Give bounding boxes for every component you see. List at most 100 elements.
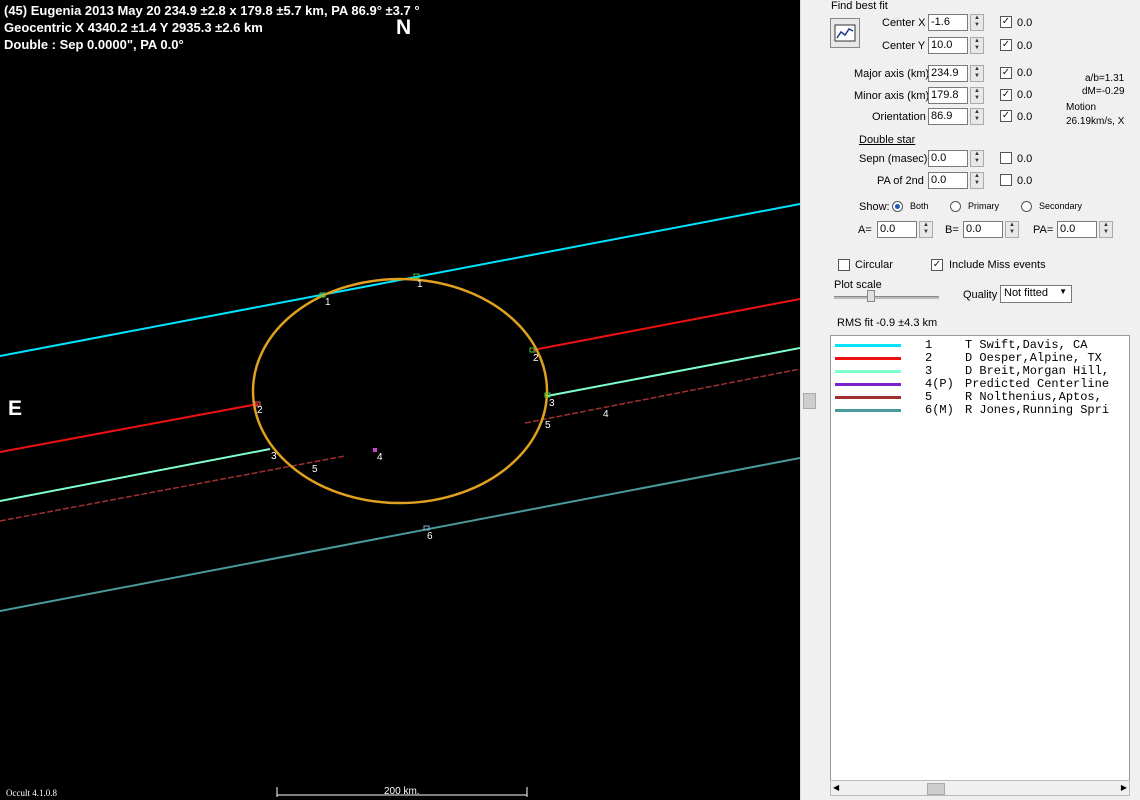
minor-axis-unc: 0.0 xyxy=(1017,89,1033,101)
observer-legend: 1T Swift,Davis, CA 2D Oesper,Alpine, TX … xyxy=(830,335,1130,790)
center-y-input[interactable]: 10.0 xyxy=(928,37,968,54)
show-both-radio[interactable] xyxy=(892,201,903,212)
occultation-plot[interactable]: (45) Eugenia 2013 May 20 234.9 ±2.8 x 17… xyxy=(0,0,800,800)
legend-horizontal-scrollbar[interactable]: ◀ ▶ xyxy=(830,780,1130,796)
pa2-spinner[interactable]: ▲ ▼ xyxy=(970,172,984,189)
chord-label: 3 xyxy=(549,398,555,409)
geocentric-line: Geocentric X 4340.2 ±1.4 Y 2935.3 ±2.6 k… xyxy=(4,20,263,35)
orientation-unc: 0.0 xyxy=(1017,111,1033,123)
chord-5 xyxy=(0,455,346,522)
show-secondary-radio[interactable] xyxy=(1021,201,1032,212)
vertical-scrollbar[interactable] xyxy=(800,0,818,800)
north-label: N xyxy=(396,16,412,39)
scrollbar-thumb[interactable] xyxy=(803,393,816,409)
legend-index: 5 xyxy=(925,390,933,404)
sepn-spinner[interactable]: ▲ ▼ xyxy=(970,150,984,167)
center-x-input[interactable]: -1.6 xyxy=(928,14,968,31)
chord-label: 6 xyxy=(427,531,433,542)
legend-name: D Oesper,Alpine, TX xyxy=(965,351,1102,365)
chord-label: 4 xyxy=(603,409,609,420)
orientation-label: Orientation xyxy=(872,111,926,123)
plot-canvas xyxy=(0,203,800,797)
center-y-checkbox[interactable]: ✓ xyxy=(1000,39,1012,51)
pa-spinner[interactable]: ▲ ▼ xyxy=(1099,221,1113,238)
motion-value: 26.19km/s, X xyxy=(1066,116,1125,127)
legend-index: 1 xyxy=(925,338,933,352)
sepn-checkbox[interactable] xyxy=(1000,152,1012,164)
show-primary-radio[interactable] xyxy=(950,201,961,212)
legend-index: 2 xyxy=(925,351,933,365)
include-miss-checkbox[interactable]: ✓ xyxy=(931,259,943,271)
legend-index: 3 xyxy=(925,364,933,378)
pa-label: PA= xyxy=(1033,224,1054,236)
legend-name: T Swift,Davis, CA xyxy=(965,338,1088,352)
center-x-unc: 0.0 xyxy=(1017,17,1033,29)
chord-label: 2 xyxy=(257,405,263,416)
chart-icon xyxy=(834,24,856,42)
legend-row: 6(M) R Jones,Running Spri xyxy=(831,403,1129,417)
a-label: A= xyxy=(858,224,872,236)
include-miss-label: Include Miss events xyxy=(949,259,1046,271)
ab-ratio: a/b=1.31 xyxy=(1085,73,1125,84)
find-best-fit-label: Find best fit xyxy=(831,0,888,12)
show-label: Show: xyxy=(859,201,890,213)
center-y-label: Center Y xyxy=(882,40,926,52)
center-x-spinner[interactable]: ▲ ▼ xyxy=(970,14,984,31)
orientation-spinner[interactable]: ▲ ▼ xyxy=(970,108,984,125)
orientation-input[interactable]: 86.9 xyxy=(928,108,968,125)
legend-row: 2 D Oesper,Alpine, TX xyxy=(831,351,1129,365)
center-x-label: Center X xyxy=(882,17,926,29)
pa2-input[interactable]: 0.0 xyxy=(928,172,968,189)
major-axis-checkbox[interactable]: ✓ xyxy=(1000,67,1012,79)
b-input[interactable]: 0.0 xyxy=(963,221,1003,238)
circular-checkbox[interactable] xyxy=(838,259,850,271)
minor-axis-checkbox[interactable]: ✓ xyxy=(1000,89,1012,101)
minor-axis-input[interactable]: 179.8 xyxy=(928,87,968,104)
asteroid-profile-ellipse xyxy=(251,277,549,505)
plot-scale-slider[interactable] xyxy=(834,296,939,299)
chord-3 xyxy=(546,347,800,397)
legend-swatch xyxy=(835,357,901,360)
quality-select[interactable]: Not fitted ▼ xyxy=(1000,285,1072,303)
legend-row: 4(P) Predicted Centerline xyxy=(831,377,1129,391)
legend-row: 1 T Swift,Davis, CA xyxy=(831,338,1129,352)
b-spinner[interactable]: ▲ ▼ xyxy=(1005,221,1019,238)
a-input[interactable]: 0.0 xyxy=(877,221,917,238)
chord-label: 4 xyxy=(377,452,383,463)
center-x-checkbox[interactable]: ✓ xyxy=(1000,16,1012,28)
scroll-left-icon[interactable]: ◀ xyxy=(833,783,839,792)
pa2-checkbox[interactable] xyxy=(1000,174,1012,186)
major-axis-spinner[interactable]: ▲ ▼ xyxy=(970,65,984,82)
pa-input[interactable]: 0.0 xyxy=(1057,221,1097,238)
double-star-heading: Double star xyxy=(859,134,916,146)
circular-label: Circular xyxy=(855,259,893,271)
legend-name: R Nolthenius,Aptos, xyxy=(965,390,1102,404)
major-axis-input[interactable]: 234.9 xyxy=(928,65,968,82)
legend-swatch xyxy=(835,396,901,399)
legend-name: R Jones,Running Spri xyxy=(965,403,1110,417)
scrollbar-thumb[interactable] xyxy=(927,783,945,795)
quality-label: Quality xyxy=(963,289,998,301)
chord-label: 1 xyxy=(325,297,331,308)
scroll-right-icon[interactable]: ▶ xyxy=(1121,783,1127,792)
chord-2 xyxy=(0,403,259,453)
a-spinner[interactable]: ▲ ▼ xyxy=(919,221,933,238)
sepn-label: Sepn (masec) xyxy=(859,153,928,165)
center-y-spinner[interactable]: ▲ ▼ xyxy=(970,37,984,54)
version-label: Occult 4.1.0.8 xyxy=(6,788,57,798)
minor-axis-spinner[interactable]: ▲ ▼ xyxy=(970,87,984,104)
legend-swatch xyxy=(835,370,901,373)
show-both-label: Both xyxy=(910,201,929,211)
chord-3 xyxy=(0,448,271,502)
sepn-input[interactable]: 0.0 xyxy=(928,150,968,167)
orientation-checkbox[interactable]: ✓ xyxy=(1000,110,1012,122)
plot-scale-thumb[interactable] xyxy=(867,290,875,302)
legend-index: 6(M) xyxy=(925,403,954,417)
b-label: B= xyxy=(945,224,959,236)
east-label: E xyxy=(8,397,23,420)
legend-swatch xyxy=(835,344,901,347)
quality-value: Not fitted xyxy=(1004,287,1049,299)
chord-6 xyxy=(0,457,800,612)
find-best-fit-button[interactable] xyxy=(830,18,860,48)
chord-label: 5 xyxy=(312,464,318,475)
